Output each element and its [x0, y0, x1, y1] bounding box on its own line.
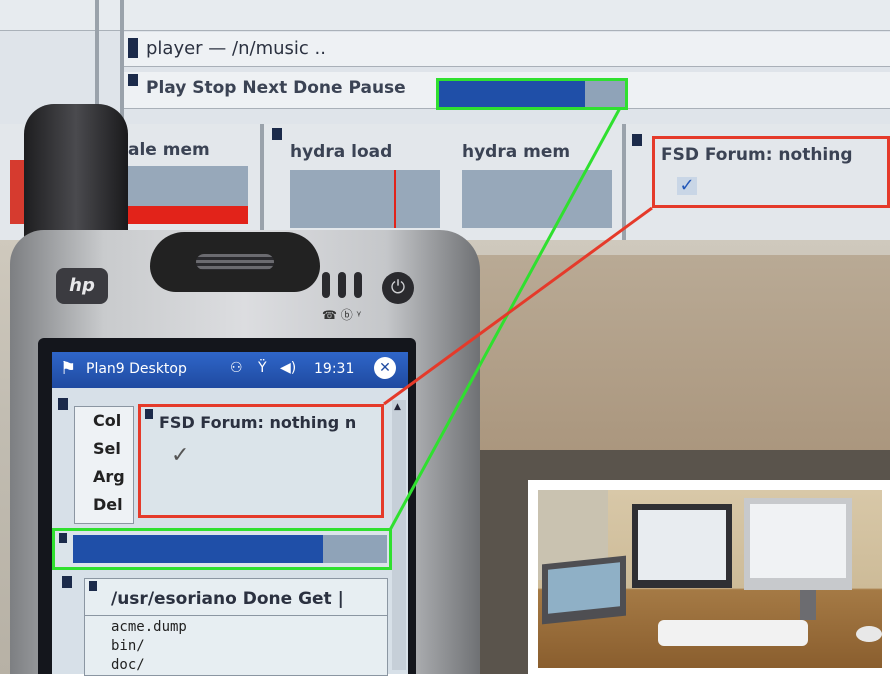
green-connector-line [388, 107, 622, 531]
inset-laptop [542, 555, 626, 625]
inset-monitor [744, 498, 852, 590]
inset-pda [800, 590, 816, 620]
inset-monitor-screen [638, 510, 726, 580]
inset-keyboard [658, 620, 808, 646]
inset-monitor [632, 504, 732, 588]
inset-mouse [856, 626, 882, 642]
inset-photo [538, 490, 882, 668]
inset-laptop-screen [548, 562, 620, 614]
inset-monitor-screen [750, 504, 846, 578]
red-connector-line [383, 206, 653, 406]
